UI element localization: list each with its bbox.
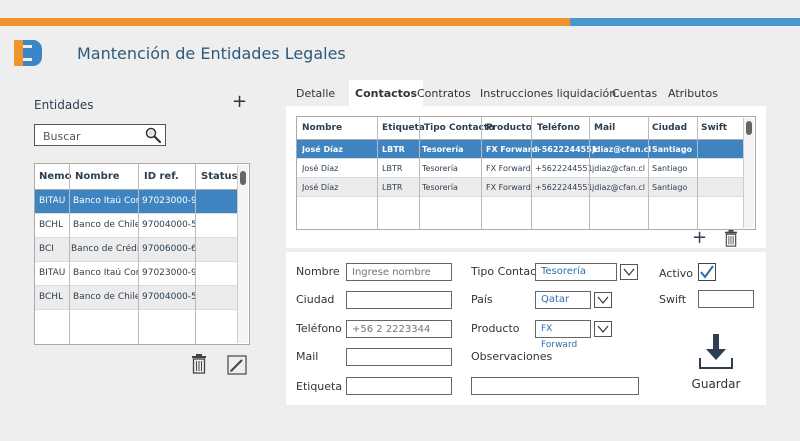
tipo-contacto-dropdown[interactable] xyxy=(620,264,638,280)
top-bar-blue xyxy=(570,18,800,26)
save-label: Guardar xyxy=(691,377,741,391)
col-header-nombre[interactable]: Nombre xyxy=(75,171,120,182)
nombre-input[interactable] xyxy=(346,263,452,281)
col-header-tipo[interactable]: Tipo Contacto xyxy=(424,123,494,133)
col-header-nombre[interactable]: Nombre xyxy=(302,123,342,133)
table-header: Nombre Etiqueta Tipo Contacto Producto T… xyxy=(297,117,743,140)
observaciones-input[interactable] xyxy=(471,377,639,395)
trash-icon xyxy=(192,354,206,374)
col-header-idref[interactable]: ID ref. xyxy=(144,171,179,182)
top-bar-orange xyxy=(0,18,570,26)
column-divider xyxy=(648,117,649,229)
etiqueta-input[interactable] xyxy=(346,377,452,395)
col-header-swift[interactable]: Swift xyxy=(701,123,727,133)
col-header-telefono[interactable]: Teléfono xyxy=(537,123,580,133)
download-icon xyxy=(699,334,733,369)
column-divider xyxy=(419,117,420,229)
contacts-table: Nombre Etiqueta Tipo Contacto Producto T… xyxy=(296,116,756,230)
column-divider xyxy=(69,164,70,344)
swift-label: Swift xyxy=(659,293,687,306)
page-title: Mantención de Entidades Legales xyxy=(77,44,346,63)
save-button[interactable]: Guardar xyxy=(686,332,746,392)
column-divider xyxy=(377,117,378,229)
table-row[interactable]: BITAU Banco Itaú Cor... 97023000-9 xyxy=(35,262,237,286)
edit-entity-button[interactable] xyxy=(227,355,247,379)
column-divider xyxy=(138,164,139,344)
mail-input[interactable] xyxy=(346,348,452,366)
search-input[interactable] xyxy=(35,127,143,146)
column-divider xyxy=(531,117,532,229)
table-row[interactable]: BCI Banco de Crédi... 97006000-6 xyxy=(35,238,237,262)
producto-label: Producto xyxy=(471,322,520,335)
col-header-mail[interactable]: Mail xyxy=(594,123,615,133)
mail-label: Mail xyxy=(296,350,319,363)
pais-label: País xyxy=(471,293,493,306)
column-divider xyxy=(481,117,482,229)
tab-instrucciones[interactable]: Instrucciones liquidación xyxy=(480,80,616,106)
delete-contact-button[interactable] xyxy=(724,230,738,251)
tab-contactos[interactable]: Contactos xyxy=(349,80,424,106)
column-divider xyxy=(697,117,698,229)
scrollbar[interactable] xyxy=(237,165,248,343)
tab-cuentas[interactable]: Cuentas xyxy=(612,80,657,106)
trash-icon xyxy=(725,230,737,247)
table-row[interactable]: BCHL Banco de Chile 97004000-5 xyxy=(35,286,237,310)
column-divider xyxy=(589,117,590,229)
observaciones-label: Observaciones xyxy=(471,350,553,363)
top-color-bar xyxy=(0,18,800,26)
delete-entity-button[interactable] xyxy=(191,354,207,378)
col-header-nemo[interactable]: Nemo xyxy=(39,171,71,182)
producto-dropdown[interactable] xyxy=(594,321,612,337)
activo-checkbox[interactable] xyxy=(698,263,716,281)
telefono-label: Teléfono xyxy=(296,322,342,335)
producto-select[interactable]: FX Forward xyxy=(535,320,591,350)
add-entity-button[interactable]: + xyxy=(232,92,247,112)
col-header-ciudad[interactable]: Ciudad xyxy=(652,123,687,133)
edit-icon xyxy=(227,355,247,375)
nombre-label: Nombre xyxy=(296,265,340,278)
entities-label: Entidades xyxy=(34,98,94,112)
scrollbar-thumb[interactable] xyxy=(240,171,246,185)
scrollbar[interactable] xyxy=(743,118,754,228)
table-header: Nemo Nombre ID ref. Status xyxy=(35,164,238,190)
ciudad-label: Ciudad xyxy=(296,293,335,306)
table-row[interactable]: José Díaz LBTR Tesorería FX Forward +562… xyxy=(297,178,743,197)
scrollbar-thumb[interactable] xyxy=(746,121,752,135)
entities-table: Nemo Nombre ID ref. Status BITAU Banco I… xyxy=(34,163,250,345)
etiqueta-label: Etiqueta xyxy=(296,380,343,393)
table-row[interactable]: José Díaz LBTR Tesorería FX Forward +562… xyxy=(297,140,743,159)
swift-input[interactable] xyxy=(698,290,754,308)
telefono-input[interactable] xyxy=(346,320,452,338)
contact-form: Nombre Ciudad Teléfono Mail Etiqueta Tip… xyxy=(286,252,766,405)
tab-detalle[interactable]: Detalle xyxy=(296,80,335,106)
table-row[interactable]: BCHL Banco de Chile 97004000-5 xyxy=(35,214,237,238)
chevron-down-icon xyxy=(623,268,635,276)
search-box[interactable] xyxy=(34,124,166,146)
chevron-down-icon xyxy=(597,296,609,304)
column-divider xyxy=(195,164,196,344)
pais-dropdown[interactable] xyxy=(594,292,612,308)
contacts-panel: Nombre Etiqueta Tipo Contacto Producto T… xyxy=(286,106,766,248)
table-row[interactable]: José Díaz LBTR Tesorería FX Forward +562… xyxy=(297,159,743,178)
tab-atributos[interactable]: Atributos xyxy=(668,80,718,106)
table-row[interactable]: BITAU Banco Itaú Cor... 97023000-9 xyxy=(35,190,237,214)
activo-label: Activo xyxy=(659,267,693,280)
col-header-status[interactable]: Status xyxy=(201,171,238,182)
col-header-producto[interactable]: Producto xyxy=(486,123,532,133)
ciudad-input[interactable] xyxy=(346,291,452,309)
app-logo xyxy=(14,40,42,66)
add-contact-button[interactable]: + xyxy=(692,229,707,247)
pais-select[interactable]: Qatar xyxy=(535,291,591,309)
tipo-contacto-select[interactable]: Tesorería xyxy=(535,263,617,281)
tab-contratos[interactable]: Contratos xyxy=(417,80,471,106)
check-icon xyxy=(700,265,714,279)
search-icon[interactable] xyxy=(144,126,162,148)
chevron-down-icon xyxy=(597,325,609,333)
